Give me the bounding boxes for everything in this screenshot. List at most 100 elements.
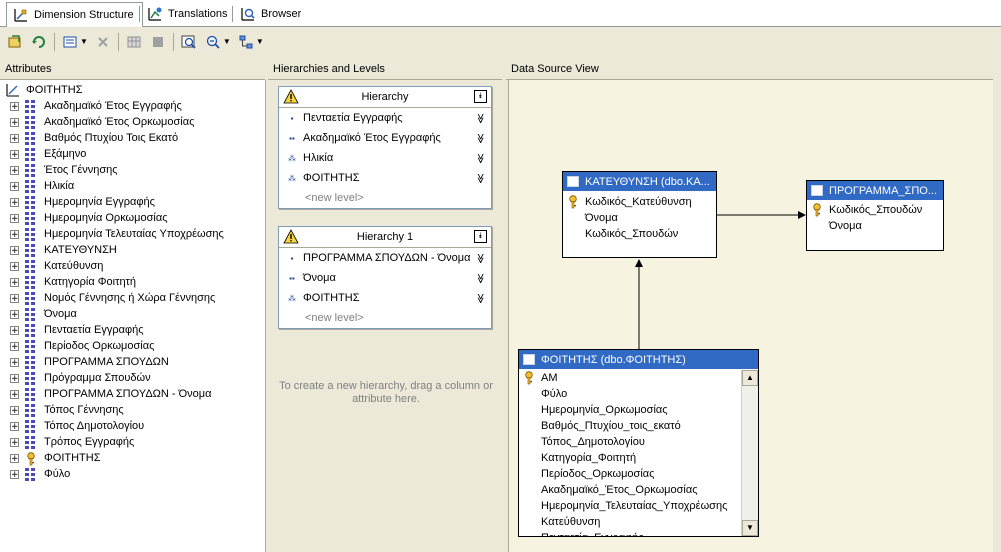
chevron-down-icon[interactable]: ▼ xyxy=(223,37,231,46)
expand-icon[interactable]: + xyxy=(10,293,19,303)
new-level[interactable]: <new level> xyxy=(279,308,491,328)
expand-icon[interactable]: + xyxy=(10,309,19,319)
chevron-down-icon[interactable]: ▼ xyxy=(256,37,264,46)
expand-icon[interactable]: + xyxy=(10,357,19,367)
table-foititis[interactable]: ΦΟΙΤΗΤΗΣ (dbo.ΦΟΙΤΗΤΗΣ) AM Φύλο Ημερομηνία… xyxy=(518,349,759,537)
zoom-to-fit-icon[interactable] xyxy=(180,33,198,51)
attribute-item[interactable]: + Βαθμός Πτυχίου Τοις Εκατό xyxy=(0,130,178,146)
expand-icon[interactable]: + xyxy=(10,325,19,335)
zoom-icon[interactable] xyxy=(204,33,222,51)
table-column[interactable]: Κατηγορία_Φοιτητή xyxy=(519,450,758,466)
expand-icon[interactable]: + xyxy=(10,389,19,399)
grid-icon[interactable] xyxy=(125,33,143,51)
expand-icon[interactable]: + xyxy=(10,469,19,479)
tab-translations[interactable]: Translations xyxy=(141,3,236,25)
attribute-item[interactable]: + Φύλο xyxy=(0,466,70,482)
table-katefthynsi[interactable]: ΚΑΤΕΥΘΥΝΣΗ (dbo.ΚΑ... Κωδικός_Κατεύθυνση… xyxy=(562,171,717,258)
hierarchy-level[interactable]: ▪ Πενταετία Εγγραφής ≫ xyxy=(279,108,491,128)
table-column[interactable]: Φύλο xyxy=(519,386,758,402)
table-column[interactable]: Κωδικός_Κατεύθυνση xyxy=(563,194,716,210)
attribute-item[interactable]: + Κατεύθυνση xyxy=(0,258,103,274)
attribute-item[interactable]: + Εξάμηνο xyxy=(0,146,86,162)
process-icon[interactable] xyxy=(6,33,24,51)
hierarchy-level[interactable]: ▪ ΠΡΟΓΡΑΜΜΑ ΣΠΟΥΔΩΝ - Όνομα ≫ xyxy=(279,248,491,268)
stop-icon[interactable] xyxy=(149,33,167,51)
expand-icon[interactable]: + xyxy=(10,149,19,159)
expand-level-icon[interactable]: ≫ xyxy=(474,273,485,283)
arrange-tables-icon[interactable] xyxy=(237,33,255,51)
tab-browser[interactable]: Browser xyxy=(234,3,309,25)
delete-icon[interactable] xyxy=(94,33,112,51)
expand-icon[interactable]: + xyxy=(10,133,19,143)
expand-icon[interactable]: + xyxy=(10,405,19,415)
table-column[interactable]: AM xyxy=(519,370,758,386)
table-column[interactable]: Τόπος_Δημοτολογίου xyxy=(519,434,758,450)
expand-icon[interactable]: + xyxy=(10,101,19,111)
expand-icon[interactable]: + xyxy=(10,229,19,239)
table-column[interactable]: Περίοδος_Ορκωμοσίας xyxy=(519,466,758,482)
new-level[interactable]: <new level> xyxy=(279,188,491,208)
table-column[interactable]: Βαθμός_Πτυχίου_τοις_εκατό xyxy=(519,418,758,434)
chevron-down-icon[interactable]: ▼ xyxy=(80,37,88,46)
attribute-item[interactable]: + Περίοδος Ορκωμοσίας xyxy=(0,338,154,354)
attribute-item[interactable]: + Ημερομηνία Εγγραφής xyxy=(0,194,155,210)
expand-level-icon[interactable]: ≫ xyxy=(474,113,485,123)
attribute-item[interactable]: + Ημερομηνία Τελευταίας Υποχρέωσης xyxy=(0,226,224,242)
attribute-item[interactable]: + Πρόγραμμα Σπουδών xyxy=(0,370,151,386)
expand-icon[interactable]: + xyxy=(10,453,19,463)
show-list-icon[interactable] xyxy=(61,33,79,51)
attribute-item[interactable]: + Πενταετία Εγγραφής xyxy=(0,322,144,338)
expand-icon[interactable]: + xyxy=(10,197,19,207)
attribute-item[interactable]: + ΠΡΟΓΡΑΜΜΑ ΣΠΟΥΔΩΝ - Όνομα xyxy=(0,386,211,402)
attribute-item[interactable]: + Ακαδημαϊκό Έτος Εγγραφής xyxy=(0,98,182,114)
tree-root[interactable]: ΦΟΙΤΗΤΗΣ xyxy=(6,82,83,98)
expand-icon[interactable]: + xyxy=(10,277,19,287)
attribute-item[interactable]: + Νομός Γέννησης ή Χώρα Γέννησης xyxy=(0,290,215,306)
expand-icon[interactable]: + xyxy=(10,213,19,223)
attribute-item[interactable]: + ΦΟΙΤΗΤΗΣ xyxy=(0,450,101,466)
expand-level-icon[interactable]: ≫ xyxy=(474,153,485,163)
expand-icon[interactable]: + xyxy=(10,373,19,383)
expand-icon[interactable]: + xyxy=(10,437,19,447)
attribute-item[interactable]: + Ημερομηνία Ορκωμοσίας xyxy=(0,210,168,226)
attribute-item[interactable]: + ΠΡΟΓΡΑΜΜΑ ΣΠΟΥΔΩΝ xyxy=(0,354,169,370)
attribute-item[interactable]: + Κατηγορία Φοιτητή xyxy=(0,274,136,290)
hierarchy-level[interactable]: ⁂ ΦΟΙΤΗΤΗΣ ≫ xyxy=(279,288,491,308)
attribute-item[interactable]: + Ηλικία xyxy=(0,178,74,194)
expand-icon[interactable]: + xyxy=(10,165,19,175)
attribute-item[interactable]: + Τόπος Δημοτολογίου xyxy=(0,418,144,434)
attribute-item[interactable]: + Ακαδημαϊκό Έτος Ορκωμοσίας xyxy=(0,114,194,130)
attribute-item[interactable]: + Όνομα xyxy=(0,306,77,322)
attribute-item[interactable]: + Έτος Γέννησης xyxy=(0,162,118,178)
attribute-item[interactable]: + ΚΑΤΕΥΘΥΝΣΗ xyxy=(0,242,117,258)
tab-dimension-structure[interactable]: Dimension Structure xyxy=(6,2,143,27)
expand-level-icon[interactable]: ≫ xyxy=(474,253,485,263)
hierarchy-box[interactable]: Hierarchy ⯯ ▪ Πενταετία Εγγραφής ≫ ▪▪ Ακαδημ… xyxy=(278,86,492,209)
table-column[interactable]: Κωδικός_Σπουδών xyxy=(563,226,716,242)
scroll-up-icon[interactable]: ▲ xyxy=(742,370,758,386)
table-column[interactable]: Ακαδημαϊκό_Έτος_Ορκωμοσίας xyxy=(519,482,758,498)
expand-level-icon[interactable]: ≫ xyxy=(474,133,485,143)
refresh-icon[interactable] xyxy=(30,33,48,51)
expand-icon[interactable]: + xyxy=(10,117,19,127)
collapse-icon[interactable]: ⯯ xyxy=(474,230,487,243)
expand-icon[interactable]: + xyxy=(10,245,19,255)
table-column[interactable]: Όνομα xyxy=(807,218,943,234)
table-column[interactable]: Πενταετία_Εγγραφής xyxy=(519,530,758,536)
hierarchy-level[interactable]: ⁂ Ηλικία ≫ xyxy=(279,148,491,168)
expand-level-icon[interactable]: ≫ xyxy=(474,293,485,303)
hierarchy-level[interactable]: ▪▪ Ακαδημαϊκό Έτος Εγγραφής ≫ xyxy=(279,128,491,148)
expand-level-icon[interactable]: ≫ xyxy=(474,173,485,183)
table-column[interactable]: Όνομα xyxy=(563,210,716,226)
expand-icon[interactable]: + xyxy=(10,421,19,431)
expand-icon[interactable]: + xyxy=(10,341,19,351)
hierarchy-level[interactable]: ⁂ ΦΟΙΤΗΤΗΣ ≫ xyxy=(279,168,491,188)
table-column[interactable]: Κωδικός_Σπουδών xyxy=(807,202,943,218)
hierarchy-level[interactable]: ▪▪ Όνομα ≫ xyxy=(279,268,491,288)
table-column[interactable]: Ημερομηνία_Ορκωμοσίας xyxy=(519,402,758,418)
hierarchy-box[interactable]: Hierarchy 1 ⯯ ▪ ΠΡΟΓΡΑΜΜΑ ΣΠΟΥΔΩΝ - Όνομα… xyxy=(278,226,492,329)
table-programma[interactable]: ΠΡΟΓΡΑΜΜΑ_ΣΠΟ... Κωδικός_Σπουδών Όνομα xyxy=(806,180,944,251)
scroll-down-icon[interactable]: ▼ xyxy=(742,520,758,536)
attribute-item[interactable]: + Τρόπος Εγγραφής xyxy=(0,434,134,450)
table-column[interactable]: Κατεύθυνση xyxy=(519,514,758,530)
